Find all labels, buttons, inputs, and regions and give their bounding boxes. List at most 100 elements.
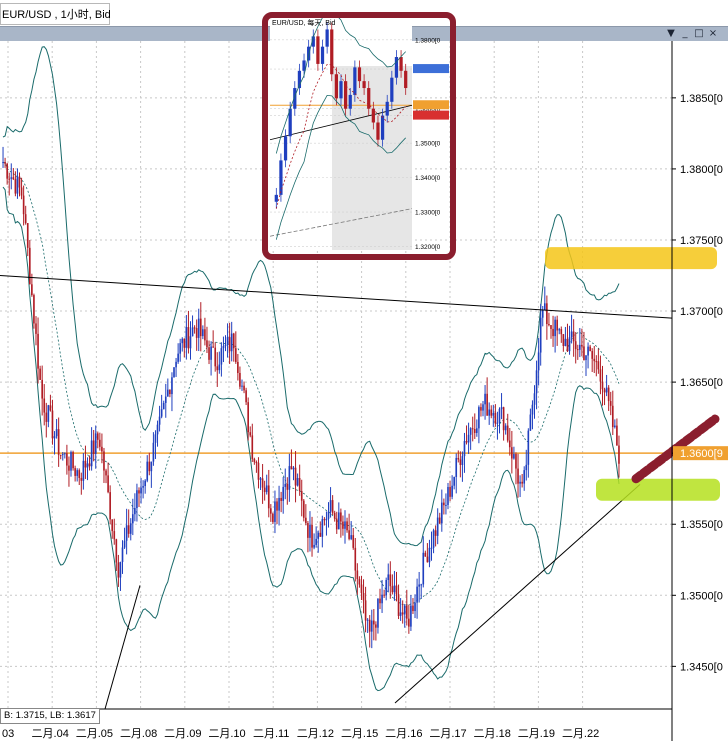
candle-body [307,523,309,538]
candle-body [274,501,276,522]
candle-body [527,430,530,465]
candle-body [228,337,231,352]
candle-body [430,547,433,549]
dropdown-icon[interactable]: ▼ [664,27,678,41]
y-tick-label: 1.3800[0 [680,164,723,176]
candle-body [611,405,614,428]
candle-body [234,348,237,362]
candle-body [20,187,23,196]
candle-body [255,462,258,464]
candle-body [152,442,155,462]
candle-body [519,481,521,484]
candle-body [453,477,455,486]
x-tick-label: 二月.19 [518,728,555,740]
candle-body [352,535,355,548]
candle-body [465,441,468,443]
candle-body [440,502,443,524]
candle-body [26,223,29,248]
candle-body [539,317,542,353]
y-tick-label: 1.3500[0 [680,590,723,602]
candle-body [531,404,534,415]
candle-body [8,178,11,180]
candle-body [136,490,138,509]
candle-body [187,327,190,349]
candle-body [566,338,569,352]
candle-body [601,381,604,390]
x-tick-label: 二月.12 [297,728,334,740]
candle-body [4,162,6,164]
candle-body [383,594,385,596]
candle-body [523,470,526,484]
candle-body [327,511,330,519]
candle-body [482,404,484,411]
candle-body [309,524,311,538]
candle-body [222,346,225,349]
candle-body [358,579,361,585]
candle-body [399,612,402,616]
candle-body [28,247,31,285]
candle-body [317,532,320,539]
x-tick-label: 二月.18 [474,728,511,740]
x-tick-label: 二月.05 [76,728,113,740]
candle-body [546,303,548,324]
candle-body [389,574,392,587]
minimize-icon[interactable]: _ [678,27,692,41]
candle-body [463,441,466,457]
candle-body [591,351,594,359]
candle-body [185,327,188,348]
inset-frame [262,12,456,260]
candle-body [171,377,173,395]
candle-body [206,340,208,348]
candle-body [72,452,74,469]
candle-body [115,539,118,563]
candle-body [535,370,538,394]
candle-body [579,344,581,350]
candle-body [245,390,247,403]
candle-body [356,570,359,580]
candle-body [298,478,301,492]
candle-body [253,458,256,463]
candle-body [18,176,21,188]
candle-body [237,361,239,373]
candle-body [342,521,344,529]
candle-body [492,412,495,416]
candle-body [88,463,91,467]
candle-body [129,523,132,534]
candle-body [261,478,264,488]
candle-body [498,408,501,423]
candle-body [401,612,404,615]
candle-body [362,592,365,601]
candle-body [443,502,445,506]
x-tick-label: 二月.10 [208,728,245,740]
candle-body [418,584,420,587]
candle-body [282,486,285,501]
candle-body [377,598,379,628]
candle-body [335,518,338,530]
candle-body [603,389,606,393]
maximize-icon[interactable]: □ [692,27,706,41]
candle-body [51,410,54,439]
candle-body [257,462,260,480]
candle-body [263,487,266,493]
candle-body [278,497,280,511]
candle-body [99,439,101,447]
x-tick-label: 二月.22 [562,728,599,740]
candle-body [6,163,8,179]
candle-body [397,594,400,616]
candle-body [296,478,299,486]
candle-body [313,544,315,548]
candle-body [469,428,472,435]
candle-body [43,398,46,413]
y-tick-label: 1.3750[0 [680,235,723,247]
x-tick-label: 二月.04 [32,728,69,740]
candle-body [587,346,589,356]
close-icon[interactable]: × [706,27,720,41]
candle-body [167,389,169,397]
candle-body [311,524,313,548]
candle-body [379,598,381,604]
candle-body [494,412,497,424]
candle-body [428,547,431,563]
candle-body [558,329,561,331]
y-tick-label: 1.3700[0 [680,306,723,318]
candle-body [193,327,196,329]
